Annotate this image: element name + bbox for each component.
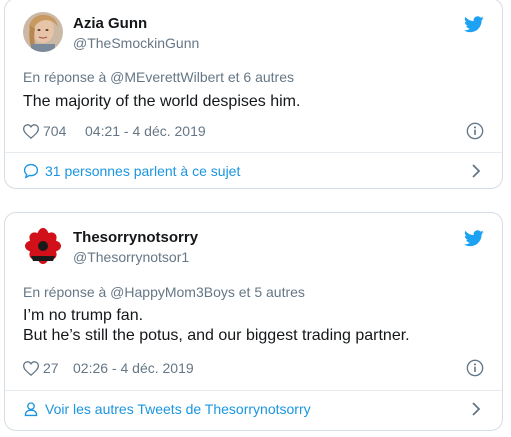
tweet-meta: 27 02:26 - 4 déc. 2019	[23, 359, 484, 378]
person-icon	[24, 402, 38, 417]
more-tweets-link-label[interactable]: Voir les autres Tweets de Thesorrynotsor…	[45, 401, 311, 417]
tweet-text-line: But he’s still the potus, and our bigges…	[23, 327, 410, 344]
like-count[interactable]: 704	[43, 123, 66, 139]
timestamp[interactable]: 04:21 - 4 déc. 2019	[85, 123, 206, 139]
tweet-card[interactable]: Thesorrynotsorry @Thesorrynotsor1 En rép…	[4, 212, 503, 431]
tweet-text-line: The majority of the world despises him.	[23, 93, 301, 110]
tweet-text: I’m no trump fan. But he’s still the pot…	[23, 306, 410, 346]
reply-mention[interactable]: @MEverettWilbert	[110, 69, 224, 85]
reply-suffix[interactable]: et 5 autres	[235, 284, 305, 300]
reply-prefix: En réponse à	[23, 284, 111, 300]
user-handle[interactable]: @Thesorrynotsor1	[73, 249, 189, 265]
reply-prefix: En réponse à	[23, 69, 111, 85]
tweet-text: The majority of the world despises him.	[23, 92, 300, 112]
avatar[interactable]	[23, 12, 63, 52]
chevron-right-icon[interactable]	[468, 163, 484, 179]
twitter-bird-icon[interactable]	[464, 230, 484, 247]
reply-context: En réponse à @MEverettWilbert et 6 autre…	[23, 69, 294, 85]
tweet-header: Azia Gunn @TheSmockinGunn	[23, 12, 484, 54]
tweet-card[interactable]: Azia Gunn @TheSmockinGunn En réponse à @…	[4, 0, 503, 189]
more-tweets-link[interactable]: Voir les autres Tweets de Thesorrynotsor…	[23, 400, 484, 420]
divider	[5, 390, 502, 391]
display-name[interactable]: Azia Gunn	[73, 15, 147, 32]
info-icon[interactable]	[466, 359, 484, 377]
tweet-text-line: I’m no trump fan.	[23, 307, 144, 324]
twitter-bird-icon[interactable]	[464, 16, 484, 33]
info-icon[interactable]	[466, 122, 484, 140]
reply-context: En réponse à @HappyMom3Boys et 5 autres	[23, 284, 305, 300]
conversation-link[interactable]: 31 personnes parlent à ce sujet	[23, 162, 484, 182]
display-name[interactable]: Thesorrynotsorry	[73, 229, 198, 246]
chevron-right-icon[interactable]	[468, 401, 484, 417]
heart-icon[interactable]	[23, 124, 39, 139]
timestamp[interactable]: 02:26 - 4 déc. 2019	[73, 360, 194, 376]
user-handle[interactable]: @TheSmockinGunn	[73, 35, 199, 51]
like-count[interactable]: 27	[43, 360, 59, 376]
reply-mention[interactable]: @HappyMom3Boys	[110, 284, 235, 300]
divider	[5, 152, 502, 153]
heart-icon[interactable]	[23, 361, 39, 376]
tweet-meta: 704 04:21 - 4 déc. 2019	[23, 122, 484, 141]
speech-bubble-icon	[23, 163, 39, 179]
reply-suffix[interactable]: et 6 autres	[224, 69, 294, 85]
conversation-link-label[interactable]: 31 personnes parlent à ce sujet	[45, 163, 240, 179]
tweet-header: Thesorrynotsorry @Thesorrynotsor1	[23, 226, 484, 268]
avatar[interactable]	[23, 226, 63, 266]
